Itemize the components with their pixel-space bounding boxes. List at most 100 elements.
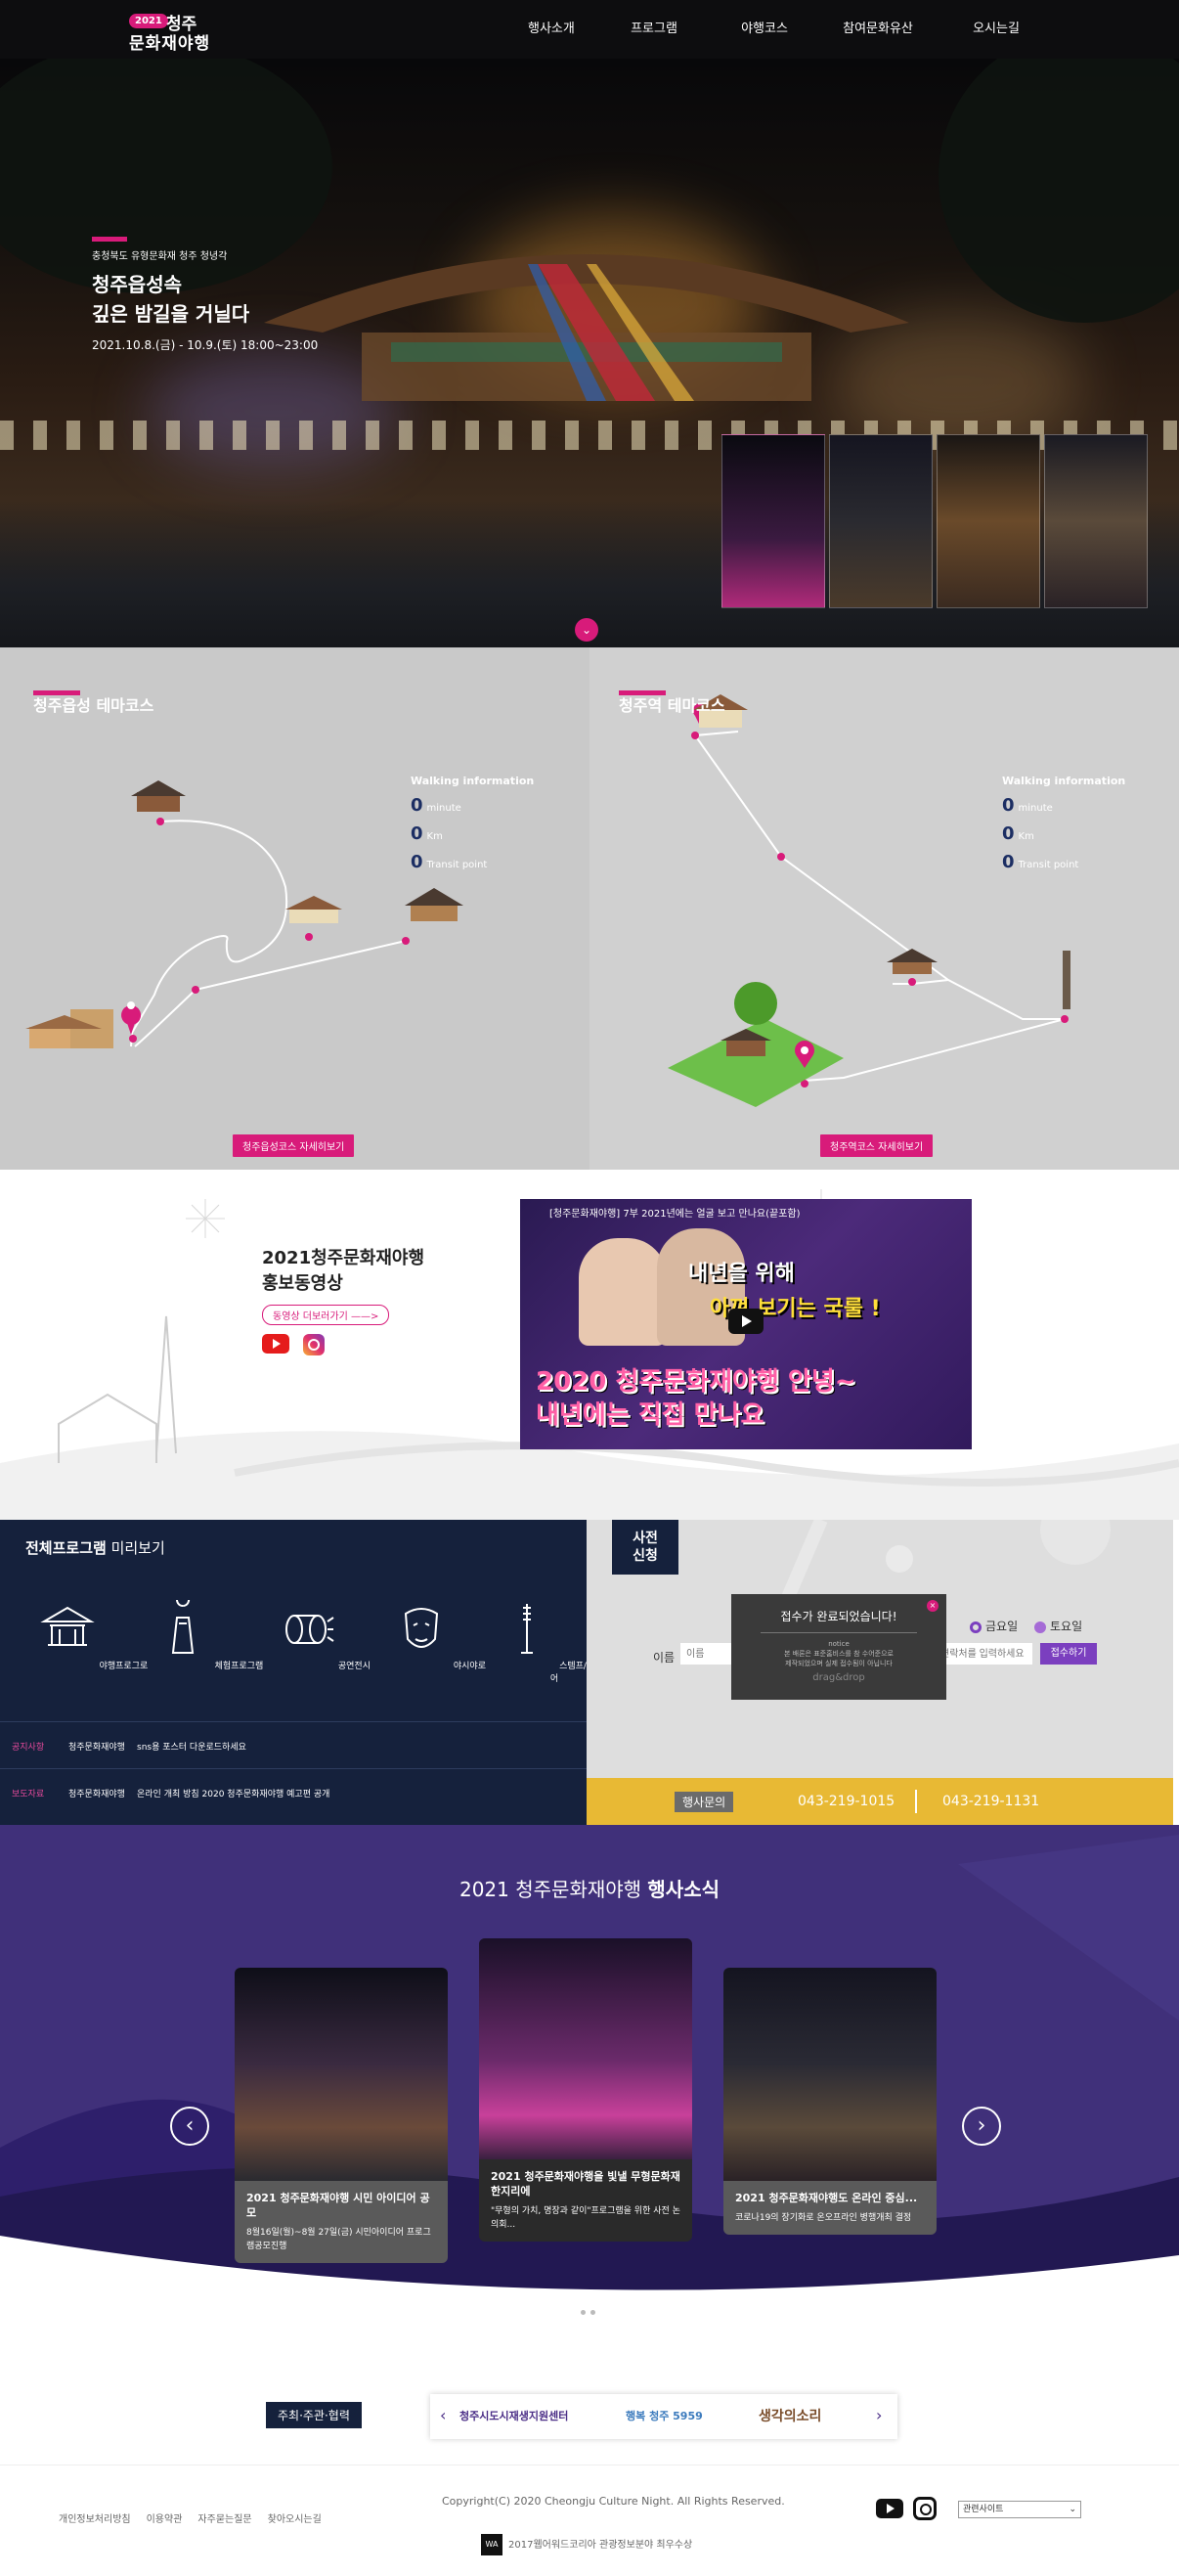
carousel-dot[interactable] [590, 2310, 595, 2315]
radio-friday-label: 금요일 [985, 1620, 1019, 1633]
minute-value: 0 [411, 795, 423, 816]
walking-km: 0 Km [1002, 823, 1125, 844]
course-title: 청주읍성 테마코스 [33, 696, 154, 715]
more-video-button[interactable]: 동영상 더보러가기 ——> [262, 1305, 390, 1325]
nav-item-course[interactable]: 야행코스 [712, 0, 817, 59]
popup-drag-hint: drag&drop [812, 1672, 865, 1683]
site-logo[interactable]: 2021 청주 문화재야행 [129, 10, 237, 54]
news-card-desc: 코로나19의 장기화로 온오프라인 병행개최 결정 [735, 2213, 912, 2223]
program-item-experience[interactable]: 체험프로그램 [151, 1593, 266, 1684]
confirm-popup[interactable]: × 접수가 완료되었습니다! notice 본 배론은 표준홈비스를 참 수어준… [731, 1594, 946, 1700]
transit-value: 0 [411, 852, 423, 872]
footer-link-faq[interactable]: 자주묻는질문 [197, 2510, 251, 2525]
popup-notice-line1: 본 배론은 표준홈비스를 참 수어준으로 [784, 1650, 894, 1658]
news-card[interactable]: 2021 청주문화재야행 시민 아이디어 공모 8월16일(월)~8월 27일(… [235, 1968, 448, 2263]
program-item-market[interactable]: 야시야로 [381, 1600, 497, 1684]
drum-icon [285, 1615, 334, 1644]
chevron-down-icon: ⌄ [1069, 2505, 1076, 2514]
contact-phone-2[interactable]: 043-219-1131 [942, 1794, 1039, 1809]
next-arrow-icon[interactable]: › [962, 2107, 1001, 2146]
submit-button[interactable]: 접수하기 [1040, 1643, 1097, 1665]
logo-line2: 문화재야행 [129, 34, 211, 54]
popup-close-icon[interactable]: × [927, 1600, 939, 1612]
walking-info-title: Walking information [1002, 775, 1126, 787]
sponsors-label: 주최·주관·협력 [266, 2402, 362, 2428]
sponsor-logo-3[interactable]: 생각의소리 [759, 2406, 821, 2425]
popup-notice: notice 본 배론은 표준홈비스를 참 수어준으로 제작되었으며 실제 접수… [731, 1639, 946, 1668]
apply-badge: 사전 신청 [612, 1520, 678, 1575]
award: WA 2017웹어워드코리아 관광정보분야 최우수상 [481, 2534, 692, 2555]
news-card-desc: 8월16일(월)~8월 27일(금) 시민아이디어 프로그램공모진행 [246, 2228, 431, 2251]
carousel-dot[interactable] [571, 2310, 576, 2315]
footer-link-privacy[interactable]: 개인정보처리방침 [59, 2510, 131, 2525]
carousel-dot[interactable] [581, 2310, 586, 2315]
name-label: 이름 [653, 1651, 676, 1665]
program-preview: 전체프로그램 미리보기 야행프로그로 체험프로그램 공연전시 야시야로 스템프/… [0, 1520, 611, 1825]
news-card-image [479, 1938, 692, 2159]
program-item-label: 야시야로 [453, 1662, 486, 1671]
news-card-image [235, 1968, 448, 2181]
course-detail-button[interactable]: 청주읍성코스 자세히보기 [233, 1134, 355, 1157]
program-item-performance[interactable]: 공연전시 [266, 1600, 381, 1684]
scroll-down-icon[interactable]: ⌄ [575, 618, 598, 642]
news-card-image [723, 1968, 937, 2181]
sponsor-prev-icon[interactable]: ‹ [440, 2406, 446, 2424]
nav-item-program[interactable]: 프로그램 [596, 0, 712, 59]
pavilion-roof [264, 254, 909, 401]
hero-thumbnails [721, 434, 1148, 608]
youtube-icon[interactable] [262, 1334, 289, 1354]
thumbnail-crowd[interactable] [1044, 434, 1148, 608]
thumbnail-street[interactable] [829, 434, 933, 608]
award-badge-icon: WA [481, 2534, 502, 2555]
hero-title-line1: 청주읍성속 [92, 273, 182, 296]
thumbnail-performance[interactable] [937, 434, 1040, 608]
program-item-night[interactable]: 야행프로그로 [35, 1600, 151, 1684]
news-title-bold: 행사소식 [647, 1878, 720, 1901]
footer-instagram-icon[interactable] [913, 2497, 937, 2520]
sponsor-logo-2[interactable]: 행복 청주 5959 [626, 2408, 703, 2423]
popup-notice-heading: notice [828, 1640, 850, 1648]
video-caption-3-line2: 내년에는 직접 만나요 [536, 1400, 764, 1430]
notice-row[interactable]: 공지사항 청주문화재야행 sns용 포스터 다운로드하세요 [0, 1721, 587, 1768]
footer-link-directions[interactable]: 찾아오시는길 [268, 2510, 322, 2525]
promo-title: 2021청주문화재야행 홍보동영상 [262, 1246, 424, 1297]
contact-phone-1[interactable]: 043-219-1015 [798, 1794, 895, 1809]
news-card[interactable]: 2021 청주문화재야행을 빛낼 무형문화재 한지리에 "무형의 가치, 명장과… [479, 1938, 692, 2242]
press-label: 보도자료 [12, 1790, 45, 1799]
video-caption-1: 내년을 위해 [688, 1262, 795, 1286]
sponsor-next-icon[interactable]: › [876, 2406, 882, 2424]
course-detail-button[interactable]: 청주역코스 자세히보기 [820, 1134, 934, 1157]
prev-arrow-icon[interactable]: ‹ [170, 2107, 209, 2146]
sponsor-logo-1[interactable]: 청주시도시재생지원센터 [459, 2408, 568, 2423]
thumbnail-gate[interactable] [721, 434, 825, 608]
video-title: [청주문화재야행] 7부 2021년에는 얼굴 보고 만나요(끝포함) [549, 1209, 801, 1220]
footer-youtube-icon[interactable] [876, 2499, 903, 2518]
instagram-icon[interactable] [303, 1334, 325, 1355]
program-icons: 야행프로그로 체험프로그램 공연전시 야시야로 스템프/미션투어 [35, 1593, 612, 1684]
related-sites-select[interactable]: 관련사이트 ⌄ [958, 2501, 1081, 2518]
minute-value: 0 [1002, 795, 1015, 816]
program-title: 전체프로그램 미리보기 [25, 1537, 165, 1558]
play-icon[interactable] [728, 1309, 764, 1334]
promo-title-line1: 2021청주문화재야행 [262, 1248, 425, 1268]
course-panel-eupseong: 청주읍성 테마코스 Walking information 0 minute 0K… [0, 647, 590, 1170]
video-player[interactable]: [청주문화재야행] 7부 2021년에는 얼굴 보고 만나요(끝포함) 내년을 … [520, 1199, 972, 1449]
radio-friday[interactable]: 금요일 [970, 1618, 1018, 1634]
press-row[interactable]: 보도자료 청주문화재야행 온라인 개최 방침 2020 청주문화재야행 예고편 … [0, 1768, 587, 1815]
sponsors-section: 주최·주관·협력 ‹ 청주시도시재생지원센터 행복 청주 5959 생각의소리 … [0, 2324, 1179, 2465]
nav-item-intro[interactable]: 행사소개 [528, 0, 596, 59]
pre-registration: 사전 신청 금요일 토요일 이름 접수하기 × 접수가 완료되었습니다! not… [587, 1520, 1173, 1778]
radio-saturday[interactable]: 토요일 [1034, 1618, 1082, 1634]
nav-item-heritage[interactable]: 참여문화유산 [817, 0, 939, 59]
news-title: 2021 청주문화재야행 행사소식 [0, 1874, 1179, 1902]
course-map-station [668, 694, 1070, 1107]
phone-input[interactable] [935, 1643, 1032, 1665]
walking-km: 0 Km [411, 823, 534, 844]
page: 2021 청주 문화재야행 행사소개 프로그램 야행코스 참여문화유산 오시는길 [0, 0, 1179, 2576]
nav-item-directions[interactable]: 오시는길 [939, 0, 1054, 59]
footer-link-terms[interactable]: 이용약관 [147, 2510, 183, 2525]
program-item-label: 공연전시 [337, 1662, 371, 1671]
news-card[interactable]: 2021 청주문화재야행도 온라인 중심... 코로나19의 장기화로 온오프라… [723, 1968, 937, 2235]
radio-saturday-label: 토요일 [1050, 1620, 1083, 1633]
program-title-bold: 전체프로그램 [25, 1539, 107, 1557]
